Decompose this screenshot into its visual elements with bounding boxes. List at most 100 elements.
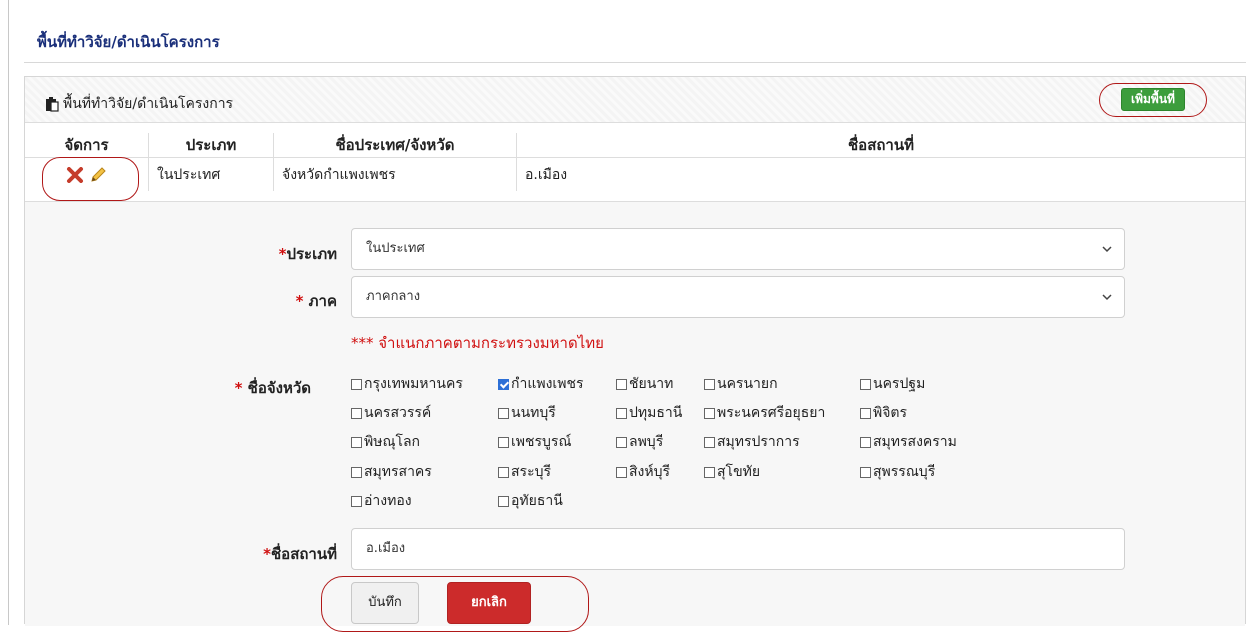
province-checkbox[interactable] — [498, 466, 509, 478]
province-checkbox[interactable] — [351, 378, 362, 390]
province-checkbox[interactable] — [704, 407, 715, 419]
province-checkbox-item[interactable]: ปทุมธานี — [616, 402, 682, 424]
row-province: จังหวัดกำแพงเพชร — [273, 157, 517, 191]
place-input-value: อ.เมือง — [366, 541, 406, 556]
province-name: ลพบุรี — [629, 434, 664, 450]
region-note: *** จำแนกภาคตามกระทรวงมหาดไทย — [351, 334, 604, 352]
region-label: * ภาค — [295, 292, 337, 310]
province-checkbox[interactable] — [351, 436, 362, 448]
area-form: *ประเภท ในประเทศ * ภาค ภาคกลาง *** จำแนก… — [25, 201, 1245, 632]
province-name: พระนครศรีอยุธยา — [717, 405, 826, 421]
page-title: พื้นที่ทำวิจัย/ดำเนินโครงการ — [37, 33, 220, 51]
province-name: สมุทรสงคราม — [873, 434, 957, 450]
province-checkbox-item[interactable]: ชัยนาท — [616, 373, 673, 395]
place-input[interactable]: อ.เมือง — [351, 528, 1125, 570]
province-name: นครนายก — [717, 376, 778, 392]
province-checkbox[interactable] — [616, 466, 627, 478]
province-checkbox-item[interactable]: ลพบุรี — [616, 431, 663, 453]
province-checkbox[interactable] — [704, 436, 715, 448]
province-checkbox[interactable] — [616, 378, 627, 390]
col-header-type: ประเภท — [148, 133, 274, 158]
province-checkbox[interactable] — [498, 436, 509, 448]
region-select-value: ภาคกลาง — [366, 289, 421, 304]
add-area-button[interactable]: เพิ่มพื้นที่ — [1121, 88, 1185, 111]
type-select-value: ในประเทศ — [366, 241, 425, 256]
province-checkbox-item[interactable]: อุทัยธานี — [498, 490, 563, 512]
province-checkbox-item[interactable]: สิงห์บุรี — [616, 461, 670, 483]
type-select[interactable]: ในประเทศ — [351, 228, 1125, 270]
edit-pencil-icon[interactable] — [89, 166, 107, 184]
row-type: ในประเทศ — [148, 157, 274, 191]
region-select[interactable]: ภาคกลาง — [351, 276, 1125, 318]
province-checkbox[interactable] — [498, 407, 509, 419]
row-place: อ.เมือง — [516, 157, 1245, 191]
save-button[interactable]: บันทึก — [351, 582, 419, 624]
table-row: ในประเทศ จังหวัดกำแพงเพชร อ.เมือง — [25, 157, 1245, 191]
title-divider — [24, 62, 1246, 63]
province-checkbox-item[interactable]: นครสวรรค์ — [351, 402, 431, 424]
province-name: ปทุมธานี — [629, 405, 683, 421]
province-label: * ชื่อจังหวัด — [234, 379, 311, 397]
province-name: อุทัยธานี — [511, 493, 563, 509]
province-checkbox-item[interactable]: สุโขทัย — [704, 461, 760, 483]
province-checkbox[interactable] — [616, 407, 627, 419]
province-checkbox[interactable] — [860, 407, 871, 419]
col-header-place: ชื่อสถานที่ — [516, 133, 1245, 158]
province-name: สุโขทัย — [717, 464, 761, 480]
province-checkbox[interactable] — [498, 378, 509, 390]
province-checkbox-item[interactable]: นนทบุรี — [498, 402, 556, 424]
province-checkbox-item[interactable]: สมุทรสงคราม — [860, 431, 957, 453]
province-checkbox-item[interactable]: เพชรบูรณ์ — [498, 431, 571, 453]
province-checkbox[interactable] — [498, 495, 509, 507]
province-name: ชัยนาท — [629, 376, 674, 392]
province-checkbox[interactable] — [860, 436, 871, 448]
province-checkbox[interactable] — [351, 407, 362, 419]
province-name: สุพรรณบุรี — [873, 464, 936, 480]
province-checkbox-item[interactable]: สมุทรสาคร — [351, 461, 432, 483]
province-checkbox-item[interactable]: นครนายก — [704, 373, 778, 395]
clipboard-icon — [46, 96, 59, 112]
province-name: นครปฐม — [873, 376, 926, 392]
province-checkbox[interactable] — [704, 466, 715, 478]
area-table: จัดการ ประเภท ชื่อประเทศ/จังหวัด ชื่อสถา… — [25, 133, 1245, 191]
panel-title-text: พื้นที่ทำวิจัย/ดำเนินโครงการ — [63, 96, 234, 112]
province-checkbox[interactable] — [704, 378, 715, 390]
province-checkbox-item[interactable]: พระนครศรีอยุธยา — [704, 402, 825, 424]
province-name: นนทบุรี — [511, 405, 556, 421]
table-header-row: จัดการ ประเภท ชื่อประเทศ/จังหวัด ชื่อสถา… — [25, 133, 1245, 158]
province-checkbox-item[interactable]: อ่างทอง — [351, 490, 412, 512]
province-checkbox[interactable] — [616, 436, 627, 448]
type-label: *ประเภท — [278, 245, 337, 263]
chevron-down-icon — [1102, 246, 1112, 253]
panel-title: พื้นที่ทำวิจัย/ดำเนินโครงการ — [45, 93, 233, 115]
province-name: สระบุรี — [511, 464, 551, 480]
province-name: กรุงเทพมหานคร — [364, 376, 463, 392]
place-label: *ชื่อสถานที่ — [263, 545, 337, 563]
province-checkbox[interactable] — [351, 466, 362, 478]
province-checkbox[interactable] — [351, 495, 362, 507]
panel-header: พื้นที่ทำวิจัย/ดำเนินโครงการ เพิ่มพื้นที… — [25, 77, 1245, 123]
province-name: กำแพงเพชร — [511, 376, 584, 392]
action-cell — [25, 157, 149, 191]
province-checkbox-item[interactable]: สมุทรปราการ — [704, 431, 800, 453]
province-name: สมุทรสาคร — [364, 464, 432, 480]
province-checkbox[interactable] — [860, 466, 871, 478]
cancel-button[interactable]: ยกเลิก — [447, 582, 531, 624]
province-checkbox[interactable] — [860, 378, 871, 390]
delete-icon[interactable] — [66, 166, 84, 183]
province-checkbox-item[interactable]: กำแพงเพชร — [498, 373, 583, 395]
chevron-down-icon — [1102, 294, 1112, 301]
province-name: นครสวรรค์ — [364, 405, 432, 421]
left-border — [8, 0, 9, 625]
province-checkbox-item[interactable]: กรุงเทพมหานคร — [351, 373, 463, 395]
province-name: เพชรบูรณ์ — [511, 434, 572, 450]
area-panel: พื้นที่ทำวิจัย/ดำเนินโครงการ เพิ่มพื้นที… — [24, 76, 1246, 632]
province-checkbox-item[interactable]: พิจิตร — [860, 402, 907, 424]
province-name: พิษณุโลก — [364, 434, 421, 450]
col-header-manage: จัดการ — [25, 133, 149, 158]
province-checkbox-item[interactable]: สระบุรี — [498, 461, 551, 483]
province-checkbox-item[interactable]: นครปฐม — [860, 373, 925, 395]
province-checkbox-item[interactable]: สุพรรณบุรี — [860, 461, 935, 483]
province-name: พิจิตร — [873, 405, 908, 421]
province-checkbox-item[interactable]: พิษณุโลก — [351, 431, 420, 453]
